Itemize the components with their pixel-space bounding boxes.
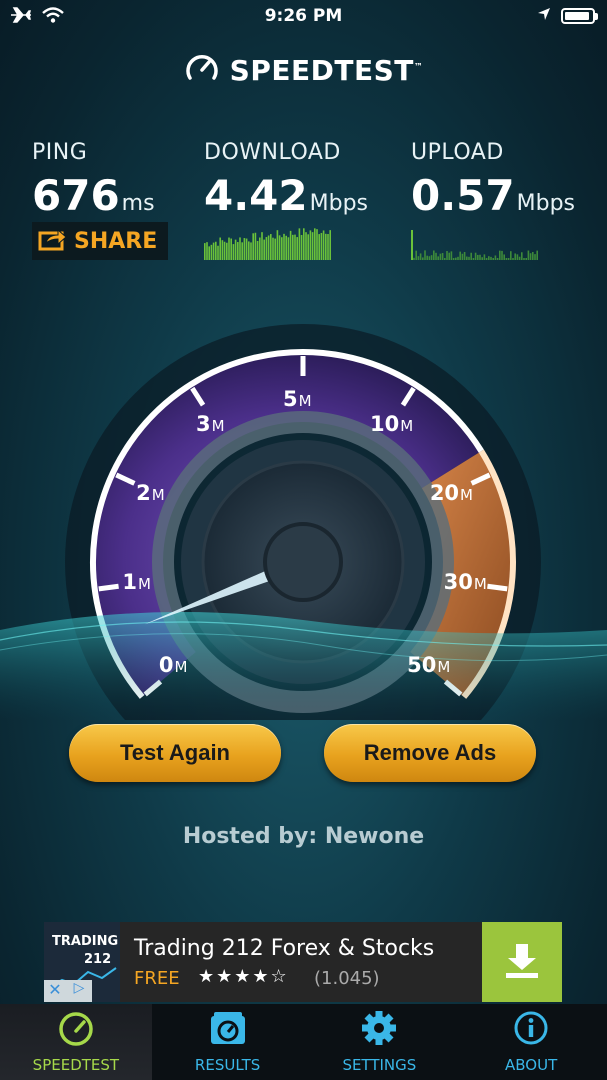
speedometer-logo-icon bbox=[184, 50, 220, 90]
speed-gauge: 0M 1M 2M 3M 5M 10M 20M 30M 50M bbox=[0, 300, 607, 720]
info-icon bbox=[511, 1010, 551, 1050]
gauge-tick-label: 2M bbox=[136, 480, 165, 505]
gauge-tick-label: 10M bbox=[370, 412, 414, 437]
download-sparkline bbox=[204, 228, 331, 260]
gear-icon bbox=[359, 1010, 399, 1050]
tab-about-label: ABOUT bbox=[505, 1056, 558, 1074]
gauge-tick-label: 30M bbox=[443, 570, 487, 595]
gauge-tick-label: 0M bbox=[158, 653, 188, 678]
ping-value: 676 bbox=[32, 171, 120, 220]
ad-rating-stars: ★★★★☆ bbox=[198, 966, 289, 987]
share-button[interactable]: SHARE bbox=[32, 222, 168, 260]
hosted-by-text: Hosted by: Newone bbox=[182, 824, 425, 849]
test-again-button[interactable]: Test Again bbox=[69, 724, 281, 782]
upload-value: 0.57 bbox=[411, 171, 515, 220]
tab-settings[interactable]: SETTINGS bbox=[304, 1004, 456, 1080]
ping-stat: PING 676 ms bbox=[32, 140, 155, 220]
status-time: 9:26 PM bbox=[264, 6, 343, 26]
share-label: SHARE bbox=[74, 228, 158, 254]
speedometer-icon bbox=[56, 1010, 96, 1050]
tab-results-label: RESULTS bbox=[194, 1056, 261, 1074]
battery-icon bbox=[561, 7, 598, 24]
download-label: DOWNLOAD bbox=[204, 140, 341, 165]
speedtest-logo: SPEEDTEST™ bbox=[0, 50, 607, 90]
upload-sparkline bbox=[411, 230, 538, 260]
tab-settings-label: SETTINGS bbox=[342, 1056, 417, 1074]
upload-label: UPLOAD bbox=[411, 140, 504, 165]
tab-about[interactable]: ABOUT bbox=[455, 1004, 607, 1080]
download-arrow-icon bbox=[502, 940, 542, 984]
tab-results[interactable]: RESULTS bbox=[152, 1004, 304, 1080]
tab-speedtest[interactable]: SPEEDTEST bbox=[0, 1004, 152, 1080]
gauge-tick-mark bbox=[487, 583, 508, 592]
ad-price: FREE bbox=[134, 968, 180, 989]
location-arrow-icon bbox=[537, 6, 551, 25]
status-bar: 9:26 PM bbox=[0, 0, 607, 34]
upload-stat: UPLOAD 0.57 Mbps bbox=[411, 140, 575, 220]
gauge-tick-label: 5M bbox=[283, 387, 312, 411]
download-value: 4.42 bbox=[204, 171, 308, 220]
bottom-tab-bar: SPEEDTEST RESULTS SETTINGS ABOUT bbox=[0, 1004, 607, 1080]
ad-choices-icon[interactable]: ▷ bbox=[66, 980, 92, 1002]
results-icon bbox=[208, 1010, 248, 1050]
gauge-tick-label: 1M bbox=[122, 570, 151, 595]
upload-unit: Mbps bbox=[516, 191, 576, 216]
download-unit: Mbps bbox=[309, 191, 369, 216]
ad-close-icon[interactable]: ✕ bbox=[44, 980, 66, 1002]
remove-ads-button[interactable]: Remove Ads bbox=[324, 724, 536, 782]
tab-speedtest-label: SPEEDTEST bbox=[32, 1056, 120, 1074]
gauge-tick-label: 50M bbox=[407, 653, 451, 678]
ad-logo-text-1: TRADING bbox=[52, 934, 119, 949]
gauge-tick-label: 20M bbox=[429, 480, 473, 505]
logo-text: SPEEDTEST™ bbox=[229, 53, 424, 87]
share-icon bbox=[38, 227, 68, 255]
ad-download-button[interactable] bbox=[482, 922, 562, 1002]
ad-title: Trading 212 Forex & Stocks bbox=[134, 936, 435, 961]
gauge-tick-mark bbox=[98, 583, 119, 592]
gauge-tick-label: 3M bbox=[195, 412, 225, 437]
ping-unit: ms bbox=[121, 191, 155, 216]
download-stat: DOWNLOAD 4.42 Mbps bbox=[204, 140, 368, 220]
ad-rating-count: (1.045) bbox=[314, 968, 380, 989]
ping-label: PING bbox=[32, 140, 88, 165]
ad-choices[interactable]: ✕ ▷ bbox=[44, 980, 92, 1002]
ad-banner[interactable]: TRADING 212 ✕ ▷ Trading 212 Forex & Stoc… bbox=[44, 922, 562, 1002]
